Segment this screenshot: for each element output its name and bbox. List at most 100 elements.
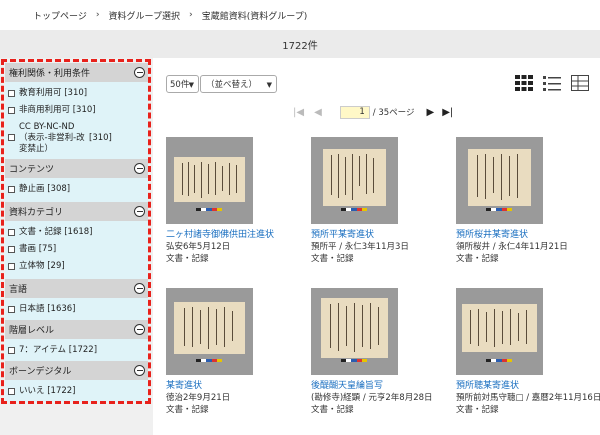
- collapse-icon[interactable]: [134, 324, 145, 335]
- facet-title: 階層レベル: [9, 326, 55, 336]
- facet-option[interactable]: CC BY-NC-ND（表示-非営利-改変禁止） [310]: [8, 119, 148, 158]
- facet-option-count: [75]: [38, 244, 57, 254]
- result-thumbnail[interactable]: [456, 137, 543, 224]
- result-card[interactable]: 預所聴某寄進状 預所前対馬守聴□ / 嘉暦2年11月16日 文書・記録: [456, 288, 600, 416]
- result-card[interactable]: 預所桜井某寄進状 領所桜井 / 永仁4年11月21日 文書・記録: [456, 137, 596, 265]
- facet-option-label: CC BY-NC-ND（表示-非営利-改変禁止）: [19, 122, 85, 154]
- facet-contents: コンテンツ 静止画 [308]: [5, 159, 148, 202]
- facet-option-count: [308]: [47, 184, 71, 194]
- facet-option[interactable]: 静止画 [308]: [8, 181, 148, 198]
- facet-title: 権利関係・利用条件: [9, 69, 91, 79]
- result-category: 文書・記録: [311, 254, 354, 264]
- facet-option-count: [1618]: [64, 227, 93, 237]
- facet-option[interactable]: 立体物 [29]: [8, 258, 148, 275]
- facet-born-digital: ボーンデジタル いいえ [1722]: [5, 361, 148, 402]
- result-title-link[interactable]: 預所桜井某寄進状: [456, 230, 596, 241]
- breadcrumb-current: 宝蔵館資料(資料グループ): [201, 11, 308, 22]
- facet-option[interactable]: 書画 [75]: [8, 241, 148, 258]
- collapse-icon[interactable]: [134, 67, 145, 78]
- list-view-icon[interactable]: [542, 73, 562, 93]
- result-meta: 預所前対馬守聴□ / 嘉暦2年11月16日: [456, 393, 600, 403]
- result-count: 1722件: [282, 40, 318, 52]
- result-thumbnail[interactable]: [166, 137, 253, 224]
- checkbox[interactable]: [8, 107, 15, 114]
- facet-option-label: 書画: [19, 244, 37, 254]
- breadcrumb-top-link[interactable]: トップページ: [33, 9, 87, 22]
- result-title-link[interactable]: 預所平某寄進状: [311, 230, 451, 241]
- result-card[interactable]: 後醍醐天皇綸旨写 (勘修寺)経顕 / 元亨2年8月28日 文書・記録: [311, 288, 451, 416]
- facet-option[interactable]: 7：アイテム [1722]: [8, 342, 148, 359]
- facet-header[interactable]: 階層レベル: [5, 320, 148, 339]
- breadcrumb-group-select-link[interactable]: 資料グループ選択: [109, 9, 180, 22]
- grid-view-icon[interactable]: [514, 73, 534, 93]
- result-title-link[interactable]: 後醍醐天皇綸旨写: [311, 381, 451, 392]
- facet-title: 言語: [9, 285, 28, 295]
- chevron-down-icon: ▼: [266, 81, 272, 89]
- checkbox[interactable]: [8, 306, 15, 313]
- collapse-icon[interactable]: [134, 163, 145, 174]
- chevron-down-icon: ▼: [188, 81, 194, 89]
- checkbox[interactable]: [8, 186, 15, 193]
- result-thumbnail[interactable]: [166, 288, 253, 375]
- facet-option-count: [29]: [47, 261, 65, 271]
- checkbox[interactable]: [8, 134, 15, 141]
- checkbox[interactable]: [8, 263, 15, 270]
- result-title-link[interactable]: 二ヶ村諸寺御佛供田注進状: [166, 230, 306, 241]
- facet-option-count: [1722]: [47, 386, 76, 396]
- facet-option-count: [310]: [89, 133, 112, 143]
- table-view-icon[interactable]: [570, 73, 590, 93]
- result-meta: 弘安6年5月12日: [166, 242, 231, 252]
- collapse-icon[interactable]: [134, 365, 145, 376]
- per-page-value: 50件: [170, 80, 190, 90]
- page-number-input[interactable]: 1: [339, 105, 370, 119]
- facet-option-label: 7：アイテム: [19, 345, 67, 355]
- result-thumbnail[interactable]: [311, 137, 398, 224]
- facet-header[interactable]: 権利関係・利用条件: [5, 63, 148, 82]
- checkbox[interactable]: [8, 347, 15, 354]
- collapse-icon[interactable]: [134, 283, 145, 294]
- facet-title: ボーンデジタル: [9, 367, 72, 377]
- checkbox[interactable]: [8, 388, 15, 395]
- facet-option[interactable]: いいえ [1722]: [8, 383, 148, 400]
- chevron-right-icon: ›: [95, 10, 100, 20]
- view-switcher: [514, 73, 590, 93]
- sort-select[interactable]: （並べ替え） ▼: [200, 75, 277, 93]
- facet-option[interactable]: 文書・記録 [1618]: [8, 224, 148, 241]
- facet-header[interactable]: コンテンツ: [5, 159, 148, 178]
- facet-category: 資料カテゴリ 文書・記録 [1618] 書画 [75] 立体物 [29]: [5, 202, 148, 279]
- pager: |◀ ◀ 1 / 35ページ ▶ ▶|: [293, 105, 453, 119]
- facet-language: 言語 日本語 [1636]: [5, 279, 148, 320]
- facet-option-label: 文書・記録: [19, 227, 62, 237]
- prev-page-icon[interactable]: ◀: [314, 107, 322, 118]
- result-category: 文書・記録: [311, 405, 354, 415]
- next-page-icon[interactable]: ▶: [426, 107, 434, 118]
- checkbox[interactable]: [8, 229, 15, 236]
- result-category: 文書・記録: [456, 405, 499, 415]
- facet-header[interactable]: 言語: [5, 279, 148, 298]
- breadcrumb: トップページ › 資料グループ選択 › 宝蔵館資料(資料グループ): [0, 0, 600, 30]
- facet-option-count: [1636]: [47, 304, 76, 314]
- result-card[interactable]: 某寄進状 徳治2年9月21日 文書・記録: [166, 288, 306, 416]
- collapse-icon[interactable]: [134, 206, 145, 217]
- result-card[interactable]: 二ヶ村諸寺御佛供田注進状 弘安6年5月12日 文書・記録: [166, 137, 306, 265]
- first-page-icon[interactable]: |◀: [293, 107, 304, 118]
- last-page-icon[interactable]: ▶|: [442, 107, 453, 118]
- facet-option-count: [1722]: [68, 345, 98, 355]
- checkbox[interactable]: [8, 90, 15, 97]
- result-count-bar: 1722件: [0, 30, 600, 58]
- per-page-select[interactable]: 50件 ▼: [166, 75, 199, 93]
- facet-option[interactable]: 教育利用可 [310]: [8, 85, 148, 102]
- checkbox[interactable]: [8, 246, 15, 253]
- result-thumbnail[interactable]: [456, 288, 543, 375]
- result-title-link[interactable]: 預所聴某寄進状: [456, 381, 596, 392]
- facet-header[interactable]: 資料カテゴリ: [5, 202, 148, 221]
- facet-option-label: いいえ: [19, 386, 45, 396]
- facet-header[interactable]: ボーンデジタル: [5, 361, 148, 380]
- facet-option-label: 非商用利用可: [19, 105, 71, 115]
- sort-value: （並べ替え）: [206, 80, 258, 90]
- result-card[interactable]: 預所平某寄進状 預所平 / 永仁3年11月3日 文書・記録: [311, 137, 451, 265]
- facet-option[interactable]: 日本語 [1636]: [8, 301, 148, 318]
- result-thumbnail[interactable]: [311, 288, 398, 375]
- result-title-link[interactable]: 某寄進状: [166, 381, 306, 392]
- facet-option[interactable]: 非商用利用可 [310]: [8, 102, 148, 119]
